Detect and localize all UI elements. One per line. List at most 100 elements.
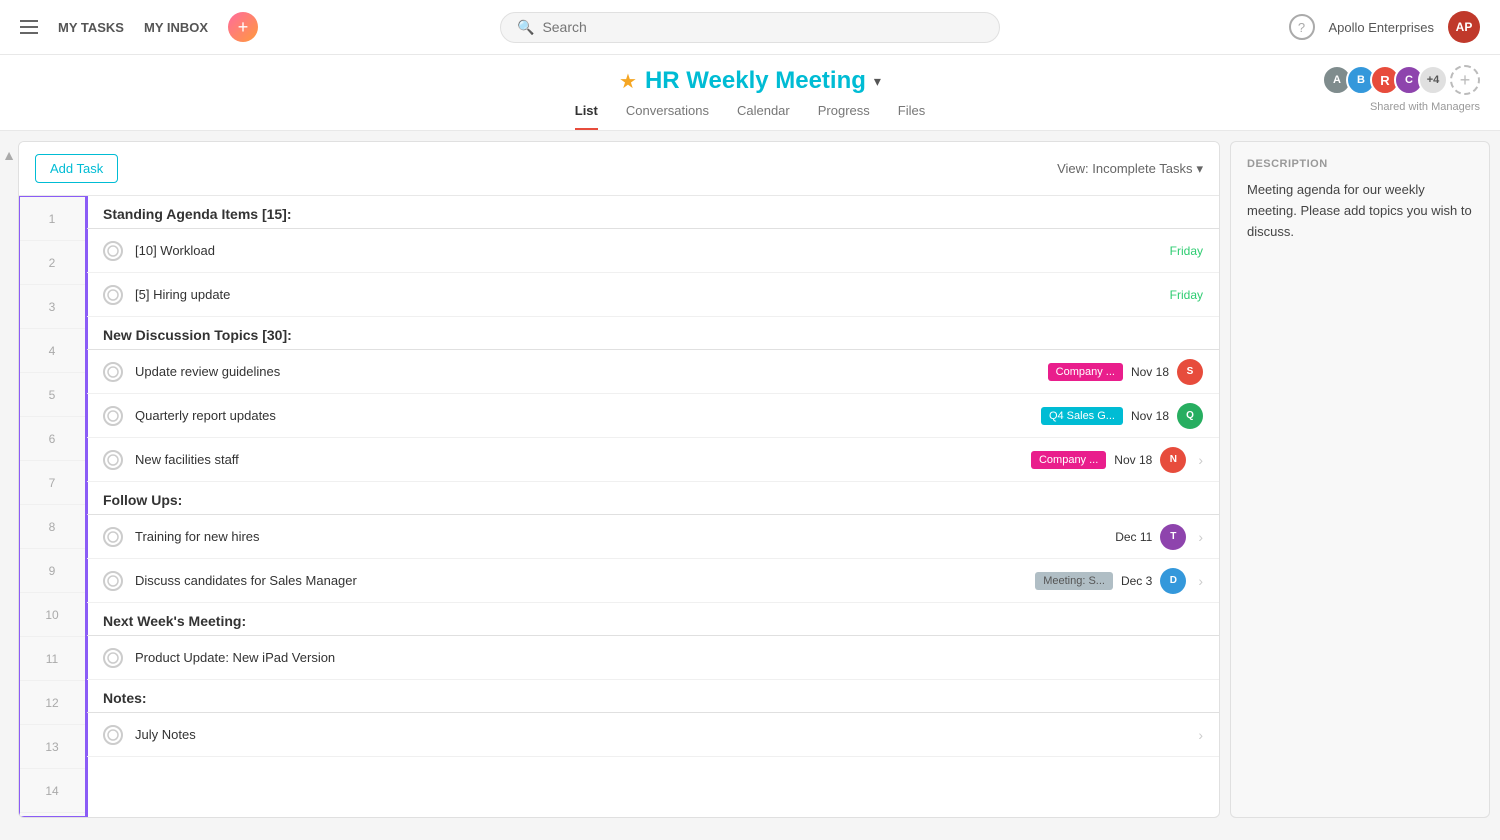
task-name-6: Quarterly report updates <box>135 408 1041 423</box>
tab-list[interactable]: List <box>575 103 598 130</box>
task-meta-5: Company ... Nov 18 S <box>1048 359 1203 385</box>
project-title-row: ★ HR Weekly Meeting ▾ <box>619 67 881 95</box>
shared-label: Shared with Managers <box>1370 101 1480 113</box>
task-avatar-9: T <box>1160 524 1186 550</box>
search-input[interactable] <box>542 19 983 35</box>
task-row: New facilities staff Company ... Nov 18 … <box>87 438 1219 482</box>
section-discussion-title: New Discussion Topics [30]: <box>103 327 292 343</box>
task-meta-10: Meeting: S... Dec 3 D › <box>1035 568 1203 594</box>
project-title-chevron[interactable]: ▾ <box>874 73 881 90</box>
row-arrow-9[interactable]: › <box>1198 529 1203 545</box>
section-nextweek-title: Next Week's Meeting: <box>103 613 246 629</box>
hamburger-icon[interactable] <box>20 20 38 34</box>
task-date-3: Friday <box>1170 288 1203 302</box>
task-check-3[interactable] <box>103 285 123 305</box>
row-num-2: 2 <box>19 241 85 285</box>
row-arrow-7[interactable]: › <box>1198 452 1203 468</box>
task-name-10: Discuss candidates for Sales Manager <box>135 573 1035 588</box>
member-count[interactable]: +4 <box>1418 65 1448 95</box>
section-standing-title: Standing Agenda Items [15]: <box>103 206 292 222</box>
tab-calendar[interactable]: Calendar <box>737 103 790 130</box>
add-member-button[interactable]: + <box>1450 65 1480 95</box>
tab-conversations[interactable]: Conversations <box>626 103 709 130</box>
right-panel: DESCRIPTION Meeting agenda for our weekl… <box>1230 141 1490 818</box>
add-task-button[interactable]: Add Task <box>35 154 118 183</box>
task-name-12: Product Update: New iPad Version <box>135 650 1203 665</box>
task-meta-2: Friday <box>1170 244 1203 258</box>
task-check-10[interactable] <box>103 571 123 591</box>
task-list: Standing Agenda Items [15]: [10] Workloa… <box>87 196 1219 817</box>
tab-files[interactable]: Files <box>898 103 925 130</box>
row-num-14: 14 <box>19 769 85 813</box>
task-row: Discuss candidates for Sales Manager Mee… <box>87 559 1219 603</box>
nav-left: MY TASKS MY INBOX + <box>20 12 258 42</box>
task-check-14[interactable] <box>103 725 123 745</box>
project-title: HR Weekly Meeting <box>645 67 866 95</box>
top-nav: MY TASKS MY INBOX + 🔍 ? Apollo Enterpris… <box>0 0 1500 55</box>
task-check-2[interactable] <box>103 241 123 261</box>
search-bar: 🔍 <box>500 12 1000 43</box>
task-name-7: New facilities staff <box>135 452 1031 467</box>
view-label: View: Incomplete Tasks <box>1057 161 1192 176</box>
task-meta-3: Friday <box>1170 288 1203 302</box>
add-button[interactable]: + <box>228 12 258 42</box>
task-row: Product Update: New iPad Version <box>87 636 1219 680</box>
view-chevron: ▾ <box>1196 161 1203 177</box>
task-container: 1 2 3 4 5 6 7 8 9 10 11 12 13 14 Standin… <box>19 196 1219 817</box>
avatar-group: A B R C +4 + <box>1322 65 1480 95</box>
task-date-2: Friday <box>1170 244 1203 258</box>
main-content: ▲ Add Task View: Incomplete Tasks ▾ 1 2 … <box>0 131 1500 828</box>
description-text: Meeting agenda for our weekly meeting. P… <box>1247 180 1473 242</box>
task-check-6[interactable] <box>103 406 123 426</box>
task-name-14: July Notes <box>135 727 1194 742</box>
help-button[interactable]: ? <box>1289 14 1315 40</box>
task-date-6: Nov 18 <box>1131 409 1169 423</box>
my-inbox-link[interactable]: MY INBOX <box>144 20 208 35</box>
task-check-12[interactable] <box>103 648 123 668</box>
project-meta: A B R C +4 + Shared with Managers <box>1322 65 1480 113</box>
row-num-8: 8 <box>19 505 85 549</box>
task-meta-14: › <box>1194 727 1203 743</box>
task-avatar-7: N <box>1160 447 1186 473</box>
task-tag-10: Meeting: S... <box>1035 572 1113 590</box>
task-name-5: Update review guidelines <box>135 364 1048 379</box>
section-notes-title: Notes: <box>103 690 147 706</box>
section-discussion: New Discussion Topics [30]: <box>87 317 1219 350</box>
task-toolbar: Add Task View: Incomplete Tasks ▾ <box>19 142 1219 196</box>
section-followups: Follow Ups: <box>87 482 1219 515</box>
task-check-7[interactable] <box>103 450 123 470</box>
task-avatar-5: S <box>1177 359 1203 385</box>
task-row: Quarterly report updates Q4 Sales G... N… <box>87 394 1219 438</box>
task-name-3: [5] Hiring update <box>135 287 1170 302</box>
tab-progress[interactable]: Progress <box>818 103 870 130</box>
task-area: Add Task View: Incomplete Tasks ▾ 1 2 3 … <box>18 141 1220 818</box>
row-num-3: 3 <box>19 285 85 329</box>
row-num-13: 13 <box>19 725 85 769</box>
row-num-4: 4 <box>19 329 85 373</box>
search-icon: 🔍 <box>517 19 534 36</box>
task-name-9: Training for new hires <box>135 529 1115 544</box>
my-tasks-link[interactable]: MY TASKS <box>58 20 124 35</box>
task-meta-7: Company ... Nov 18 N › <box>1031 447 1203 473</box>
task-check-9[interactable] <box>103 527 123 547</box>
left-sidebar: ▲ <box>0 131 18 828</box>
task-meta-6: Q4 Sales G... Nov 18 Q <box>1041 403 1203 429</box>
user-avatar[interactable]: AP <box>1448 11 1480 43</box>
task-date-10: Dec 3 <box>1121 574 1152 588</box>
task-tag-7: Company ... <box>1031 451 1106 469</box>
section-followups-title: Follow Ups: <box>103 492 182 508</box>
task-date-5: Nov 18 <box>1131 365 1169 379</box>
task-tag-5: Company ... <box>1048 363 1123 381</box>
view-selector[interactable]: View: Incomplete Tasks ▾ <box>1057 161 1203 177</box>
nav-right: ? Apollo Enterprises AP <box>1289 11 1481 43</box>
row-arrow-14[interactable]: › <box>1198 727 1203 743</box>
task-row: July Notes › <box>87 713 1219 757</box>
description-title: DESCRIPTION <box>1247 158 1473 170</box>
row-numbers: 1 2 3 4 5 6 7 8 9 10 11 12 13 14 <box>19 196 87 817</box>
company-name: Apollo Enterprises <box>1329 20 1435 35</box>
row-arrow-10[interactable]: › <box>1198 573 1203 589</box>
task-check-5[interactable] <box>103 362 123 382</box>
collapse-arrow[interactable]: ▲ <box>2 147 16 163</box>
task-date-9: Dec 11 <box>1115 530 1152 544</box>
row-num-5: 5 <box>19 373 85 417</box>
